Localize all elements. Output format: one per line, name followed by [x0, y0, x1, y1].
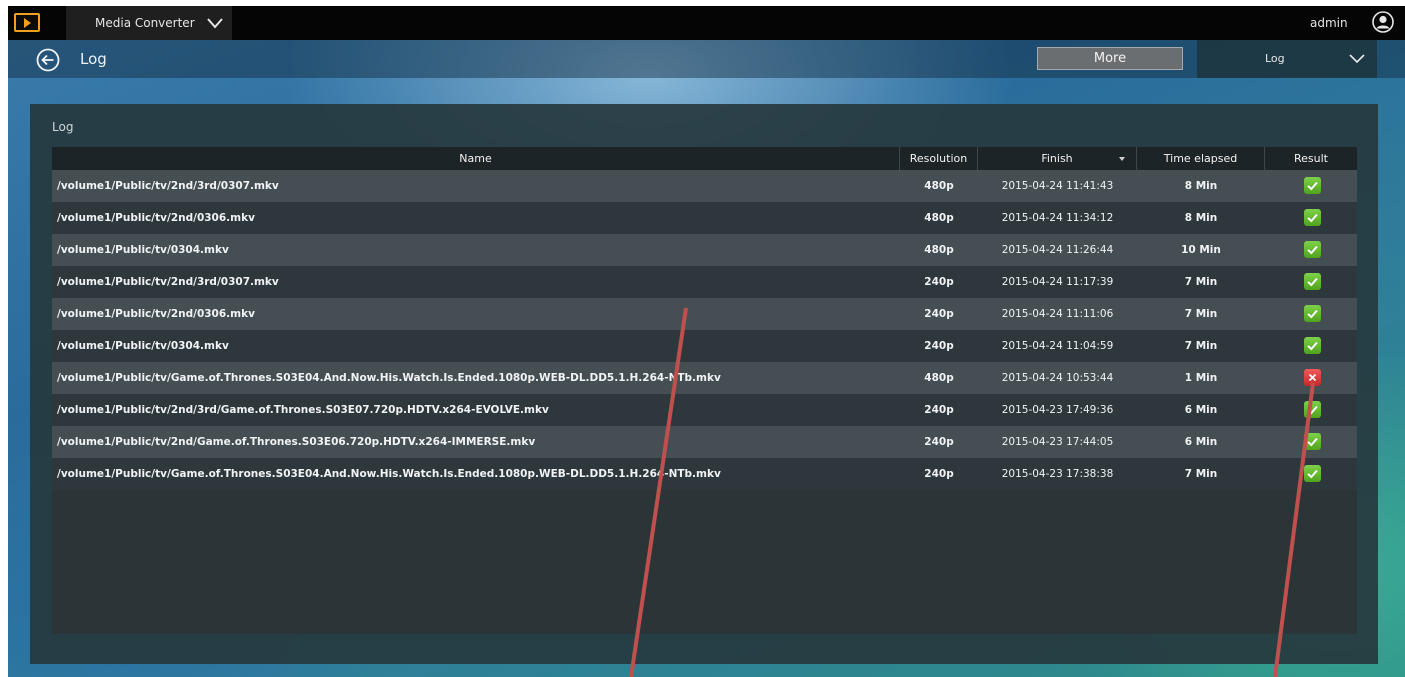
- cell-resolution: 480p: [924, 180, 954, 192]
- cell-resolution: 240p: [924, 436, 954, 448]
- check-icon: [1304, 241, 1321, 258]
- cell-time-elapsed: 10 Min: [1181, 244, 1221, 256]
- table-row[interactable]: /volume1/Public/tv/2nd/0306.mkv 240p 2015-…: [52, 298, 1357, 330]
- cell-result: [1265, 330, 1357, 362]
- cell-time-elapsed: 7 Min: [1184, 468, 1218, 480]
- cell-time-elapsed: 7 Min: [1184, 340, 1218, 352]
- cell-time-elapsed: 6 Min: [1184, 436, 1218, 448]
- cell-resolution: 480p: [924, 372, 954, 384]
- cell-result: [1265, 170, 1357, 202]
- cell-resolution: 240p: [924, 404, 954, 416]
- column-header-result[interactable]: Result: [1265, 147, 1357, 170]
- check-icon: [1304, 433, 1321, 450]
- table-row[interactable]: /volume1/Public/tv/Game.of.Thrones.S03E0…: [52, 362, 1357, 394]
- column-header-finish-label: Finish: [1041, 152, 1073, 165]
- cell-finish: 2015-04-24 11:04:59: [1001, 340, 1114, 352]
- table-row[interactable]: /volume1/Public/tv/2nd/3rd/0307.mkv 240p 2…: [52, 266, 1357, 298]
- chevron-down-icon: [1349, 54, 1365, 64]
- cell-name: /volume1/Public/tv/Game.of.Thrones.S03E0…: [57, 372, 721, 384]
- page-title: Log: [80, 50, 107, 68]
- log-table: Name Resolution Finish Time elapsed Resu…: [52, 147, 1357, 634]
- cell-time-elapsed: 8 Min: [1184, 180, 1218, 192]
- cell-name: /volume1/Public/tv/2nd/3rd/0307.mkv: [57, 276, 279, 288]
- cell-result: [1265, 298, 1357, 330]
- view-select-value: Log: [1265, 52, 1285, 65]
- cell-finish: 2015-04-24 11:11:06: [1001, 308, 1114, 320]
- table-row[interactable]: /volume1/Public/tv/2nd/3rd/Game.of.Thron…: [52, 394, 1357, 426]
- check-icon: [1304, 465, 1321, 482]
- chevron-down-icon: [207, 18, 223, 29]
- cell-finish: 2015-04-23 17:49:36: [1001, 404, 1114, 416]
- cell-resolution: 240p: [924, 468, 954, 480]
- cell-result: [1265, 362, 1357, 394]
- cell-finish: 2015-04-24 11:41:43: [1001, 180, 1114, 192]
- cell-result: [1265, 426, 1357, 458]
- check-icon: [1304, 177, 1321, 194]
- table-body: /volume1/Public/tv/2nd/3rd/0307.mkv 480p 2…: [52, 170, 1357, 490]
- cell-result: [1265, 202, 1357, 234]
- app-window: Media Converter admin Log More Log Log N…: [8, 6, 1405, 677]
- app-switcher[interactable]: Media Converter: [66, 6, 232, 40]
- error-icon: [1304, 369, 1321, 386]
- cell-name: /volume1/Public/tv/2nd/3rd/0307.mkv: [57, 180, 279, 192]
- cell-finish: 2015-04-23 17:38:38: [1001, 468, 1114, 480]
- table-row[interactable]: /volume1/Public/tv/2nd/Game.of.Thrones.S…: [52, 426, 1357, 458]
- cell-finish: 2015-04-24 11:34:12: [1001, 212, 1114, 224]
- more-button[interactable]: More: [1037, 47, 1183, 70]
- back-arrow-icon[interactable]: [36, 48, 60, 72]
- cell-resolution: 240p: [924, 340, 954, 352]
- cell-name: /volume1/Public/tv/0304.mkv: [57, 340, 229, 352]
- user-icon[interactable]: [1372, 11, 1394, 33]
- column-header-resolution[interactable]: Resolution: [900, 147, 978, 170]
- app-name: Media Converter: [95, 16, 195, 30]
- column-header-name[interactable]: Name: [52, 147, 900, 170]
- cell-name: /volume1/Public/tv/2nd/3rd/Game.of.Thron…: [57, 404, 549, 416]
- cell-result: [1265, 234, 1357, 266]
- cell-time-elapsed: 6 Min: [1184, 404, 1218, 416]
- table-header: Name Resolution Finish Time elapsed Resu…: [52, 147, 1357, 170]
- table-row[interactable]: /volume1/Public/tv/2nd/0306.mkv 480p 2015-…: [52, 202, 1357, 234]
- header-bar: Log More Log: [8, 40, 1405, 78]
- cell-finish: 2015-04-24 11:17:39: [1001, 276, 1114, 288]
- cell-resolution: 240p: [924, 276, 954, 288]
- play-icon[interactable]: [14, 13, 40, 32]
- sort-desc-icon: [1119, 157, 1125, 161]
- cell-time-elapsed: 7 Min: [1184, 308, 1218, 320]
- cell-name: /volume1/Public/tv/Game.of.Thrones.S03E0…: [57, 468, 721, 480]
- cell-time-elapsed: 8 Min: [1184, 212, 1218, 224]
- check-icon: [1304, 401, 1321, 418]
- column-header-finish[interactable]: Finish: [978, 147, 1137, 170]
- cell-finish: 2015-04-24 11:26:44: [1001, 244, 1114, 256]
- check-icon: [1304, 305, 1321, 322]
- user-name[interactable]: admin: [1310, 16, 1348, 30]
- cell-resolution: 480p: [924, 244, 954, 256]
- table-row[interactable]: /volume1/Public/tv/0304.mkv 480p 2015-04-2…: [52, 234, 1357, 266]
- cell-time-elapsed: 1 Min: [1184, 372, 1218, 384]
- cell-result: [1265, 458, 1357, 490]
- table-row[interactable]: /volume1/Public/tv/0304.mkv 240p 2015-04-2…: [52, 330, 1357, 362]
- cell-name: /volume1/Public/tv/2nd/0306.mkv: [57, 308, 255, 320]
- table-row[interactable]: /volume1/Public/tv/Game.of.Thrones.S03E0…: [52, 458, 1357, 490]
- top-bar: Media Converter admin: [8, 6, 1405, 40]
- cell-finish: 2015-04-23 17:44:05: [1001, 436, 1114, 448]
- panel-title: Log: [52, 120, 74, 134]
- column-header-time-elapsed[interactable]: Time elapsed: [1137, 147, 1265, 170]
- check-icon: [1304, 273, 1321, 290]
- cell-resolution: 480p: [924, 212, 954, 224]
- cell-name: /volume1/Public/tv/2nd/0306.mkv: [57, 212, 255, 224]
- cell-resolution: 240p: [924, 308, 954, 320]
- check-icon: [1304, 337, 1321, 354]
- cell-finish: 2015-04-24 10:53:44: [1001, 372, 1114, 384]
- cell-name: /volume1/Public/tv/0304.mkv: [57, 244, 229, 256]
- cell-time-elapsed: 7 Min: [1184, 276, 1218, 288]
- cell-result: [1265, 266, 1357, 298]
- log-panel: Log Name Resolution Finish Time elapsed …: [30, 104, 1378, 664]
- cell-name: /volume1/Public/tv/2nd/Game.of.Thrones.S…: [57, 436, 536, 448]
- check-icon: [1304, 209, 1321, 226]
- table-row[interactable]: /volume1/Public/tv/2nd/3rd/0307.mkv 480p 2…: [52, 170, 1357, 202]
- cell-result: [1265, 394, 1357, 426]
- view-select[interactable]: Log: [1197, 40, 1377, 78]
